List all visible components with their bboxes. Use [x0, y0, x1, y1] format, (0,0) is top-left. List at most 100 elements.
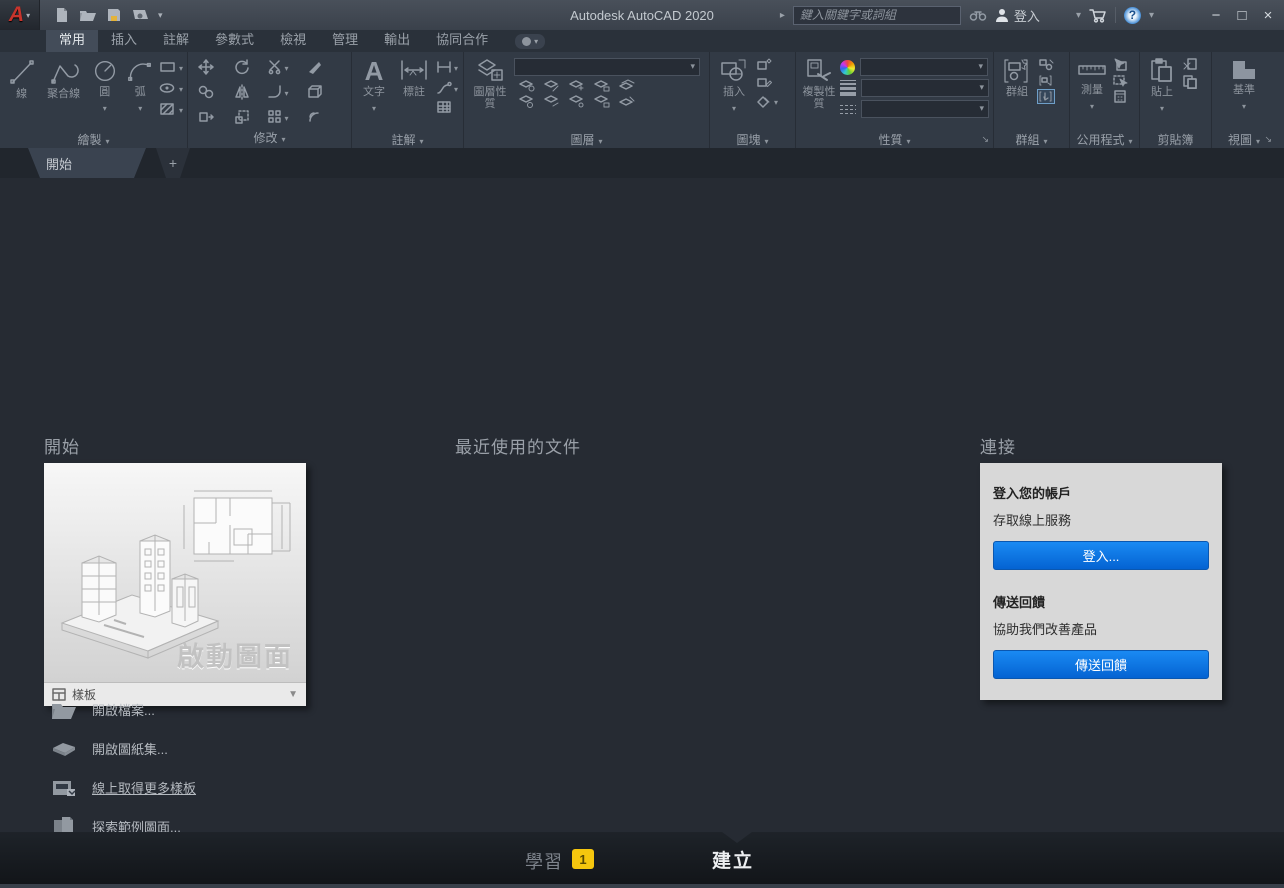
paste-tool[interactable]: 貼上 [1144, 55, 1180, 131]
hatch-tool[interactable] [159, 100, 183, 118]
layer-match-icon[interactable] [618, 79, 635, 92]
rotate-tool[interactable] [234, 58, 250, 75]
panel-layers-caret-icon[interactable] [599, 133, 603, 147]
ellipse-caret-icon[interactable] [179, 79, 183, 97]
save-button[interactable] [106, 7, 122, 23]
open-files-link[interactable]: 開啟檔案... [50, 690, 310, 729]
layer-prev-icon[interactable] [543, 95, 560, 108]
mirror-tool[interactable] [234, 83, 250, 100]
panel-utilities-caret-icon[interactable] [1129, 133, 1133, 147]
measure-tool[interactable]: 測量 [1074, 55, 1110, 131]
copy-clip-tool[interactable] [1182, 75, 1198, 89]
block-caret-icon[interactable] [774, 92, 778, 110]
fillet-caret-icon[interactable] [284, 83, 288, 101]
insert-block-tool[interactable]: 插入 [714, 55, 754, 131]
panel-draw-caret-icon[interactable] [106, 133, 110, 147]
block-attributes-tool[interactable] [756, 92, 778, 110]
base-view-caret-icon[interactable] [1242, 96, 1246, 114]
group-selection-toggle[interactable] [1037, 89, 1055, 104]
group-edit-tool[interactable] [1038, 74, 1054, 87]
panel-annotate-caret-icon[interactable] [420, 133, 424, 147]
help-caret-icon[interactable]: ▾ [1149, 10, 1154, 21]
view-dialog-launcher-icon[interactable]: ↘ [1264, 134, 1272, 145]
select-objects-tool[interactable] [1112, 74, 1128, 87]
dim-style-tool[interactable] [436, 58, 458, 76]
panel-view-caret-icon[interactable] [1256, 133, 1260, 147]
leader-tool[interactable] [436, 79, 458, 97]
edit-block-tool[interactable] [756, 75, 778, 89]
cut-tool[interactable] [1182, 58, 1198, 72]
learn-page-button[interactable]: 學習 [525, 848, 563, 874]
hatch-caret-icon[interactable] [179, 100, 183, 118]
signin-button[interactable]: 登入... [993, 541, 1209, 570]
layer-off-icon[interactable] [518, 79, 535, 92]
panel-modify-caret-icon[interactable] [282, 131, 286, 145]
layer-select-combobox[interactable] [514, 58, 700, 76]
table-tool[interactable] [436, 100, 458, 114]
plot-button[interactable] [131, 7, 149, 23]
layer-lock-icon[interactable] [593, 79, 610, 92]
dim-style-caret-icon[interactable] [454, 58, 458, 76]
create-page-button[interactable]: 建立 [712, 846, 754, 873]
erase-tool[interactable] [306, 59, 322, 75]
polyline-tool[interactable]: 聚合線 [41, 55, 86, 131]
measure-caret-icon[interactable] [1090, 96, 1094, 114]
stretch-tool[interactable] [198, 109, 214, 125]
dimension-tool[interactable]: 標註 [394, 55, 434, 131]
panel-properties-caret-icon[interactable] [907, 133, 911, 147]
properties-dialog-launcher-icon[interactable]: ↘ [981, 134, 989, 145]
search-input[interactable] [792, 5, 961, 25]
copy-tool[interactable] [198, 84, 214, 100]
layer-isolate-icon[interactable] [543, 79, 560, 92]
circle-caret-icon[interactable] [103, 98, 107, 116]
circle-tool[interactable]: 圓 [88, 55, 121, 131]
ungroup-tool[interactable] [1038, 58, 1054, 71]
text-caret-icon[interactable] [372, 98, 376, 116]
close-button[interactable]: × [1260, 7, 1276, 24]
app-menu-button[interactable]: A ▾ [0, 0, 40, 30]
infocenter-expand-icon[interactable]: ▸ [780, 10, 785, 21]
new-tab-button[interactable]: + [156, 148, 190, 178]
array-tool[interactable] [267, 108, 288, 126]
signin-caret-icon[interactable]: ▾ [1076, 10, 1081, 21]
file-tab-start[interactable]: 開始 [28, 148, 146, 178]
app-store-cart-icon[interactable] [1089, 8, 1107, 23]
explode-tool[interactable] [306, 84, 322, 100]
array-caret-icon[interactable] [284, 108, 288, 126]
maximize-button[interactable]: □ [1234, 7, 1250, 24]
get-templates-online-link[interactable]: 線上取得更多樣板 [50, 768, 310, 807]
panel-groups-caret-icon[interactable] [1044, 133, 1048, 147]
help-icon[interactable]: ? [1123, 6, 1141, 24]
signin-menu[interactable]: 登入 [995, 6, 1040, 25]
quick-select-tool[interactable] [1112, 58, 1128, 71]
move-tool[interactable] [198, 58, 214, 75]
open-sheet-set-link[interactable]: 開啟圖紙集... [50, 729, 310, 768]
start-drawing-illustration[interactable]: 啟動圖面 [44, 463, 306, 682]
layer-state-icon[interactable] [568, 95, 585, 108]
text-tool[interactable]: A 文字 [356, 55, 392, 131]
create-block-tool[interactable] [756, 58, 778, 72]
panel-block-caret-icon[interactable] [765, 133, 769, 147]
fillet-tool[interactable] [267, 83, 288, 101]
layer-unlock-icon[interactable] [593, 95, 610, 108]
layer-walk-icon[interactable] [618, 95, 635, 108]
layer-make-current-icon[interactable] [518, 95, 535, 108]
trim-tool[interactable] [267, 58, 288, 76]
match-properties-tool[interactable]: 複製性質 [800, 55, 838, 131]
group-tool[interactable]: 群組 [998, 55, 1036, 131]
search-binoculars-icon[interactable] [969, 8, 987, 22]
leader-caret-icon[interactable] [454, 79, 458, 97]
minimize-button[interactable]: − [1208, 7, 1224, 24]
qat-customize-caret-icon[interactable]: ▾ [158, 10, 163, 21]
cloud-menu-button[interactable]: ▾ [515, 34, 546, 49]
arc-tool[interactable]: 弧 [123, 55, 156, 131]
paste-caret-icon[interactable] [1160, 98, 1164, 116]
calculator-tool[interactable] [1112, 90, 1128, 103]
rectangle-caret-icon[interactable] [179, 58, 183, 76]
scale-tool[interactable] [234, 109, 250, 125]
arc-caret-icon[interactable] [138, 98, 142, 116]
start-drawing-card[interactable]: 啟動圖面 樣板 ▼ [44, 463, 306, 706]
object-color-combobox[interactable] [860, 58, 988, 76]
offset-tool[interactable] [306, 109, 322, 125]
layer-properties-tool[interactable]: 圖層性質 [468, 55, 512, 131]
